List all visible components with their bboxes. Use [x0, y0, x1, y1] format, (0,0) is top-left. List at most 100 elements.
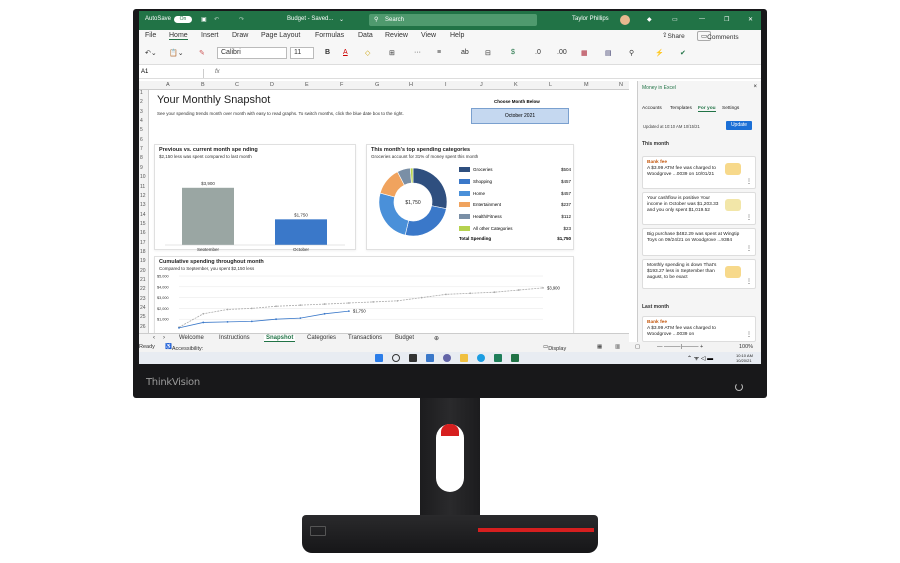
store-icon[interactable] [494, 354, 502, 362]
col-header[interactable]: I [445, 82, 447, 88]
menu-view[interactable]: View [421, 32, 436, 39]
month-selector[interactable]: October 2021 [471, 108, 569, 124]
more-icon[interactable]: ⋮ [746, 279, 752, 285]
fx-icon[interactable]: fx [215, 69, 220, 75]
chat-icon[interactable] [443, 354, 451, 362]
save-icon[interactable]: ▣ [201, 16, 207, 23]
page-break-view-icon[interactable]: ▢ [635, 344, 640, 350]
font-name-select[interactable]: Calibri [217, 47, 287, 59]
worksheet[interactable]: Your Monthly Snapshot See your spending … [149, 90, 629, 333]
format-table-icon[interactable]: ▤ [605, 49, 612, 57]
search-icon[interactable] [392, 354, 400, 362]
col-header[interactable]: D [270, 82, 274, 88]
row-header[interactable]: 3 [140, 109, 143, 115]
menu-insert[interactable]: Insert [201, 32, 219, 39]
avatar[interactable] [620, 15, 630, 25]
col-header[interactable]: E [305, 82, 309, 88]
chevron-down-icon[interactable]: ⌄ [339, 16, 344, 23]
row-header[interactable]: 2 [140, 99, 143, 105]
more-icon[interactable]: ⋮ [746, 179, 752, 185]
start-icon[interactable] [375, 354, 383, 362]
file-explorer-icon[interactable] [460, 354, 468, 362]
clock[interactable]: 10:10 AM 10/20/21 [736, 353, 753, 363]
tab-next-icon[interactable]: › [163, 335, 165, 341]
insight-card[interactable]: Bank fee A $3.99 ATM fee was charged to … [642, 156, 756, 189]
fill-color-icon[interactable]: ◇ [365, 49, 370, 57]
add-sheet-icon[interactable]: ⊕ [434, 335, 439, 342]
redo-icon[interactable]: ↷ [239, 16, 244, 23]
row-header[interactable]: 1 [140, 90, 143, 96]
number-format-icon[interactable]: $ [511, 49, 515, 56]
row-header[interactable]: 12 [140, 193, 146, 199]
comments-button[interactable]: ▭ Comments [697, 31, 739, 41]
ideas-icon[interactable]: ⚡ [655, 49, 664, 57]
menu-formulas[interactable]: Formulas [315, 32, 344, 39]
page-layout-view-icon[interactable]: ▥ [615, 344, 620, 350]
borders-icon[interactable]: ⊞ [389, 49, 395, 57]
normal-view-icon[interactable]: ▦ [597, 344, 602, 350]
menu-review[interactable]: Review [385, 32, 408, 39]
ribbon-display-icon[interactable]: ▭ [672, 16, 678, 23]
row-header[interactable]: 5 [140, 127, 143, 133]
zoom-slider[interactable]: — ———|——— + [657, 344, 703, 350]
row-header[interactable]: 7 [140, 146, 143, 152]
col-header[interactable]: N [619, 82, 623, 88]
row-header[interactable]: 18 [140, 249, 146, 255]
tab-budget[interactable]: Budget [395, 335, 414, 341]
menu-data[interactable]: Data [358, 32, 373, 39]
sensitivity-icon[interactable]: ✔ [680, 49, 686, 57]
user-name[interactable]: Taylor Phillips [572, 16, 609, 22]
more-icon[interactable]: ⋮ [746, 332, 752, 338]
align-icon[interactable]: ≡ [437, 49, 441, 56]
row-header[interactable]: 4 [140, 118, 143, 124]
display-settings[interactable]: ▭ Display Settings [543, 344, 568, 358]
tab-accounts[interactable]: Accounts [642, 106, 662, 111]
row-header[interactable]: 11 [140, 184, 145, 190]
more-icon[interactable]: ⋮ [746, 246, 752, 252]
tab-templates[interactable]: Templates [670, 106, 692, 111]
tab-transactions[interactable]: Transactions [348, 335, 382, 341]
row-header[interactable]: 14 [140, 212, 146, 218]
insight-card[interactable]: Big purchase $482.29 was spent at Wingti… [642, 228, 756, 256]
row-header[interactable]: 22 [140, 286, 146, 292]
more-icon[interactable]: ··· [414, 49, 421, 56]
share-button[interactable]: ⇪ Share [662, 31, 685, 40]
menu-page-layout[interactable]: Page Layout [261, 32, 300, 39]
col-header[interactable]: M [584, 82, 589, 88]
insight-card[interactable]: Monthly spending is down That's $193.27 … [642, 259, 756, 289]
col-header[interactable]: C [235, 82, 239, 88]
row-header[interactable]: 25 [140, 314, 146, 320]
menu-home[interactable]: Home [169, 32, 188, 40]
edge-icon[interactable] [477, 354, 485, 362]
row-header[interactable]: 6 [140, 137, 143, 143]
row-header[interactable]: 23 [140, 296, 146, 302]
widgets-icon[interactable] [426, 354, 434, 362]
row-header[interactable]: 17 [140, 240, 146, 246]
tab-categories[interactable]: Categories [307, 335, 336, 341]
col-header[interactable]: A [166, 82, 170, 88]
menu-file[interactable]: File [145, 32, 156, 39]
increase-decimal-icon[interactable]: .0 [535, 49, 541, 56]
col-header[interactable]: K [514, 82, 518, 88]
update-button[interactable]: Update [726, 121, 752, 130]
row-header[interactable]: 15 [140, 221, 146, 227]
task-view-icon[interactable] [409, 354, 417, 362]
more-icon[interactable]: ⋮ [746, 215, 752, 221]
insight-card[interactable]: Your cashflow is positive Your income in… [642, 192, 756, 225]
row-header[interactable]: 8 [140, 155, 143, 161]
menu-draw[interactable]: Draw [232, 32, 248, 39]
doc-title[interactable]: Budget - Saved... [287, 16, 333, 22]
row-header[interactable]: 10 [140, 174, 146, 180]
name-box[interactable]: A1 [140, 69, 204, 78]
menu-help[interactable]: Help [450, 32, 464, 39]
power-icon[interactable] [735, 383, 743, 391]
close-icon[interactable]: × [753, 84, 757, 90]
tab-for-you[interactable]: For you [698, 106, 716, 112]
decrease-decimal-icon[interactable]: .00 [557, 49, 567, 56]
restore-icon[interactable]: ❐ [724, 16, 729, 23]
paste-icon[interactable]: 📋⌄ [169, 49, 184, 57]
merge-icon[interactable]: ⊟ [485, 49, 491, 57]
tab-welcome[interactable]: Welcome [179, 335, 204, 341]
minimize-icon[interactable]: — [699, 16, 705, 22]
tab-snapshot[interactable]: Snapshot [264, 335, 296, 342]
